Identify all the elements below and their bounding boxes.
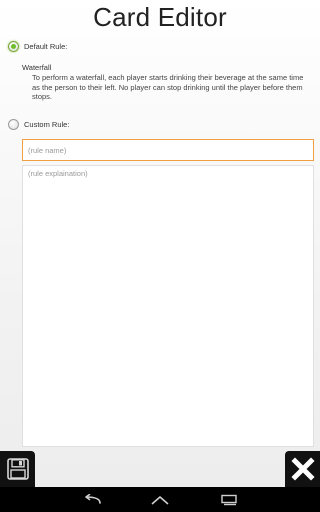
card-editor-screen: Card Editor Default Rule: Waterfall To p… bbox=[0, 0, 320, 512]
save-button[interactable] bbox=[0, 451, 35, 487]
custom-rule-radio[interactable] bbox=[8, 119, 19, 130]
back-icon bbox=[85, 493, 101, 504]
default-rule-radio[interactable] bbox=[8, 41, 19, 52]
nav-recents-button[interactable] bbox=[209, 490, 249, 509]
page-title: Card Editor bbox=[93, 2, 227, 32]
default-rule-label: Default Rule: bbox=[24, 42, 68, 51]
close-button[interactable] bbox=[285, 451, 320, 487]
nav-home-button[interactable] bbox=[140, 490, 180, 509]
rule-name-input[interactable] bbox=[22, 139, 314, 161]
home-icon bbox=[151, 495, 169, 505]
default-rule-option[interactable]: Default Rule: bbox=[8, 41, 67, 52]
default-rule-description: To perform a waterfall, each player star… bbox=[32, 73, 304, 101]
system-navigation-bar bbox=[0, 487, 320, 512]
custom-rule-label: Custom Rule: bbox=[24, 120, 70, 129]
nav-back-button[interactable] bbox=[72, 490, 112, 509]
default-rule-name: Waterfall bbox=[22, 63, 52, 72]
close-x-icon bbox=[290, 457, 315, 481]
recent-apps-icon bbox=[221, 494, 237, 505]
radio-selected-dot bbox=[11, 44, 16, 49]
custom-rule-option[interactable]: Custom Rule: bbox=[8, 119, 69, 130]
rule-explanation-input[interactable] bbox=[22, 165, 314, 447]
floppy-disk-icon bbox=[6, 458, 29, 480]
